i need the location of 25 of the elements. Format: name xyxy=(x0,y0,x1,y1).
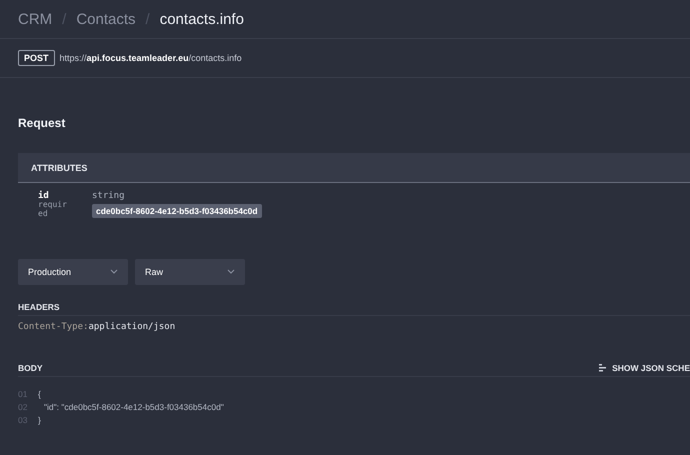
list-icon xyxy=(599,364,606,372)
breadcrumb-separator: / xyxy=(146,10,150,28)
attribute-name: id xyxy=(38,191,49,201)
environment-dropdown[interactable]: Raw xyxy=(135,258,245,285)
code-line: } xyxy=(38,414,41,425)
breadcrumb-item[interactable]: CRM xyxy=(18,10,52,28)
required-label: required xyxy=(38,201,68,219)
section-title: Request xyxy=(18,116,66,130)
method-badge: POST xyxy=(18,50,55,66)
attribute-value: cde0bc5f-8602-4e12-b5d3-f03436b54c0d xyxy=(92,204,262,218)
environment-dropdown[interactable]: Production xyxy=(18,258,128,285)
endpoint-url: https://api.focus.teamleader.eu/contacts.info xyxy=(60,53,242,63)
breadcrumb-item[interactable]: Contacts xyxy=(76,10,136,28)
chevron-down-icon xyxy=(227,269,235,274)
show-schema-button[interactable]: SHOW JSON SCHE xyxy=(599,362,690,373)
code-line: { xyxy=(38,388,41,399)
chevron-down-icon xyxy=(110,269,118,274)
code-line: "id": "cde0bc5f-8602-4e12-b5d3-f03436b54c0d" xyxy=(43,402,224,412)
section-heading: HEADERS xyxy=(18,302,60,312)
attributes-header: ATTRIBUTES xyxy=(18,153,690,183)
section-heading: BODY xyxy=(18,362,43,373)
header-line: Content-Type:application/json xyxy=(18,322,176,332)
breadcrumb-item: contacts.info xyxy=(160,10,244,28)
breadcrumb-separator: / xyxy=(62,10,66,28)
attribute-type: string xyxy=(92,191,126,201)
